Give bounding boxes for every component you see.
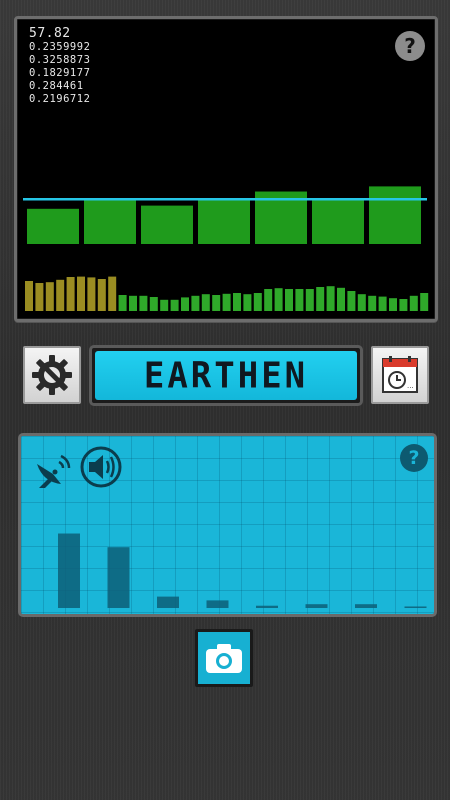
spectrum-bar [149,297,158,311]
camera-button[interactable] [195,629,253,687]
app-title: EARTHEN [143,354,309,397]
frequency-bar [256,605,278,608]
spectrum-bar [295,289,304,311]
spectrum-bar [222,293,231,311]
spectrum-bar [118,295,127,311]
level-bar [312,200,364,244]
spectrum-bar [368,295,377,311]
readout-line: 0.3258873 [29,54,91,66]
spectrum-bar [45,282,54,311]
spectrum-bar [337,287,345,311]
title-screen: EARTHEN [95,351,357,400]
main-readout-value: 57.82 [29,26,71,41]
readout: 57.82 0.2359992 0.3258873 0.1829177 0.28… [29,27,90,106]
spectrum-bar [201,294,210,311]
spectrum-bar [357,294,366,311]
level-bar [141,205,193,244]
spectrum-bar [285,289,293,311]
spectrum-bar [129,295,137,311]
level-bar [84,199,136,244]
spectrum-bar [316,287,325,311]
spectrum-bar [170,299,179,311]
spectrum-bar [253,293,262,311]
top-help-button[interactable]: ? [395,31,425,61]
spectrum-bar [191,295,200,311]
spectrum-bar [420,293,429,311]
spectrum-bar [326,286,335,311]
readout-line: 0.284461 [29,80,84,92]
spectrum-bar [378,296,387,311]
level-bar [27,208,79,244]
calendar-clock-icon: ... [382,356,418,393]
history-button[interactable]: ... [371,346,429,404]
title-display: EARTHEN [89,345,363,406]
level-bar [369,186,421,244]
satellite-dish-icon[interactable] [33,450,75,490]
spectrum-bar [77,276,85,311]
spectrum-bar [264,289,273,311]
readout-line: 0.1829177 [29,67,91,79]
spectrum-bar [35,283,44,311]
frequency-bar [107,547,130,608]
readout-line: 0.2196712 [29,93,91,105]
signal-display-panel: 57.82 0.2359992 0.3258873 0.1829177 0.28… [14,16,438,322]
settings-button[interactable] [23,346,81,404]
speaker-icon[interactable] [79,445,123,489]
spectrum-bar [108,276,117,311]
frequency-bar [355,604,377,608]
spectrum-bar [139,295,148,311]
gear-wrench-icon [32,355,72,395]
camera-icon [206,644,242,673]
spectrum-bar [399,299,408,311]
frequency-bar [404,606,427,608]
spectrum-panel: ? [18,433,437,617]
frequency-bar [58,533,80,608]
svg-text:...: ... [407,382,414,390]
level-bar [198,199,250,244]
frequency-bar [157,596,179,608]
spectrum-bar [56,279,65,311]
spectrum-bar [409,295,418,311]
spectrum-bar [389,298,397,311]
spectrum-bar [243,294,252,311]
spectrum-bar [66,277,75,311]
spectrum-bar [87,277,96,311]
spectrum-bar [212,295,221,311]
readout-line: 0.2359992 [29,41,91,53]
frequency-bar [206,600,229,608]
spectrum-bar [233,293,241,311]
frequency-bar [305,604,328,608]
spectrum-bar [274,288,283,311]
spectrum-bar [181,297,189,311]
spectrum-bar [25,281,33,311]
bottom-help-button[interactable]: ? [400,444,428,472]
spectrum-bar [347,291,356,311]
spectrum-bar [97,279,106,311]
spectrum-bar [160,299,169,311]
spectrum-bar [305,289,314,311]
